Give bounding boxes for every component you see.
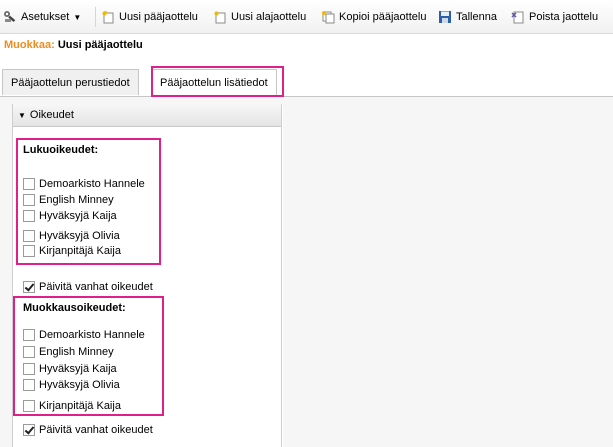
edit-rights-user[interactable]: Demoarkisto Hannele: [23, 328, 145, 342]
edit-prefix: Muokkaa:: [4, 39, 55, 51]
read-rights-checkbox[interactable]: [23, 245, 35, 257]
read-update-old-row[interactable]: Päivitä vanhat oikeudet: [23, 280, 153, 294]
user-name: English Minney: [39, 346, 114, 358]
edit-rights-checkbox[interactable]: [23, 379, 35, 391]
settings-menu-button[interactable]: Asetukset ▼: [3, 9, 81, 25]
user-name: Kirjanpitäjä Kaija: [39, 245, 121, 257]
new-sub-button[interactable]: Uusi alajaottelu: [213, 9, 306, 25]
user-name: Kirjanpitäjä Kaija: [39, 400, 121, 412]
new-document-icon: [102, 11, 114, 24]
settings-label: Asetukset: [21, 11, 70, 23]
page-title: Muokkaa: Uusi pääjaottelu: [4, 39, 143, 51]
edit-rights-user[interactable]: Kirjanpitäjä Kaija: [23, 399, 121, 413]
edit-name: Uusi pääjaottelu: [57, 39, 143, 51]
edit-update-old-checkbox[interactable]: [23, 424, 35, 436]
read-rights-user[interactable]: English Minney: [23, 193, 114, 207]
settings-icon: [4, 11, 16, 23]
read-rights-checkbox[interactable]: [23, 210, 35, 222]
edit-rights-user[interactable]: English Minney: [23, 345, 114, 359]
edit-update-old-label: Päivitä vanhat oikeudet: [39, 424, 153, 436]
rights-panel: ▼ Oikeudet Lukuoikeudet: Demoarkisto Han…: [12, 104, 283, 447]
read-rights-user[interactable]: Demoarkisto Hannele: [23, 177, 145, 191]
save-icon: [439, 11, 451, 23]
edit-rights-checkbox[interactable]: [23, 346, 35, 358]
user-name: Hyväksyjä Olivia: [39, 230, 120, 242]
new-main-button[interactable]: Uusi pääjaottelu: [101, 9, 198, 25]
new-sub-label: Uusi alajaottelu: [231, 11, 307, 23]
user-name: Hyväksyjä Kaija: [39, 363, 117, 375]
new-main-label: Uusi pääjaottelu: [119, 11, 198, 23]
read-rights-user[interactable]: Kirjanpitäjä Kaija: [23, 244, 121, 258]
tab-additional-info[interactable]: Pääjaottelun lisätiedot: [151, 69, 277, 97]
read-rights-checkbox[interactable]: [23, 194, 35, 206]
rights-section-header[interactable]: ▼ Oikeudet: [13, 104, 282, 127]
edit-rights-checkbox[interactable]: [23, 329, 35, 341]
edit-rights-user[interactable]: Hyväksyjä Olivia: [23, 378, 120, 392]
edit-update-old-row[interactable]: Päivitä vanhat oikeudet: [23, 423, 153, 437]
new-document-icon: [214, 11, 226, 24]
toolbar-separator: [95, 7, 96, 27]
user-name: Demoarkisto Hannele: [39, 178, 145, 190]
copy-icon: [322, 11, 335, 24]
save-button[interactable]: Tallenna: [438, 9, 497, 25]
delete-button[interactable]: Poista jaottelu: [511, 9, 598, 25]
read-update-old-checkbox[interactable]: [23, 281, 35, 293]
read-rights-user[interactable]: Hyväksyjä Kaija: [23, 209, 117, 223]
delete-icon: [511, 11, 524, 24]
read-rights-checkbox[interactable]: [23, 178, 35, 190]
user-name: Demoarkisto Hannele: [39, 329, 145, 341]
edit-rights-checkbox[interactable]: [23, 400, 35, 412]
chevron-down-icon: ▼: [73, 12, 82, 22]
read-update-old-label: Päivitä vanhat oikeudet: [39, 281, 153, 293]
panel-right-border: [281, 104, 282, 447]
read-rights-user[interactable]: Hyväksyjä Olivia: [23, 229, 120, 243]
delete-label: Poista jaottelu: [529, 11, 599, 23]
edit-rights-title: Muokkausoikeudet:: [23, 302, 126, 314]
copy-main-button[interactable]: Kopioi pääjaottelu: [321, 9, 426, 25]
user-name: Hyväksyjä Olivia: [39, 379, 120, 391]
tab-strip: Pääjaottelun perustiedot Pääjaottelun li…: [0, 66, 613, 97]
collapse-triangle-icon: ▼: [18, 110, 26, 120]
read-rights-title: Lukuoikeudet:: [23, 144, 99, 156]
toolbar: Asetukset ▼ Uusi pääjaottelu Uusi alajao…: [0, 0, 613, 34]
save-label: Tallenna: [456, 11, 497, 23]
edit-rights-user[interactable]: Hyväksyjä Kaija: [23, 362, 117, 376]
edit-rights-checkbox[interactable]: [23, 363, 35, 375]
copy-label: Kopioi pääjaottelu: [339, 11, 427, 23]
read-rights-checkbox[interactable]: [23, 230, 35, 242]
section-title: Oikeudet: [29, 109, 74, 121]
tab-basic-info[interactable]: Pääjaottelun perustiedot: [2, 69, 139, 95]
user-name: English Minney: [39, 194, 114, 206]
user-name: Hyväksyjä Kaija: [39, 210, 117, 222]
